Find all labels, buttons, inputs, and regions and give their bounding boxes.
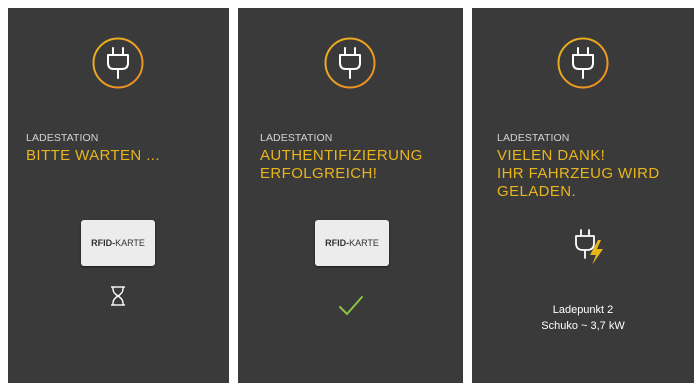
charge-point-label: Ladepunkt 2: [552, 304, 614, 316]
rfid-card-text: KARTE: [115, 238, 145, 248]
status-headline: VIELEN DANK! IHR FAHRZEUG WIRD GELADEN.: [497, 147, 686, 201]
checkmark-icon: [338, 295, 364, 321]
headline-line: VIELEN DANK!: [497, 147, 606, 164]
screen-authenticated: LADESTATION AUTHENTIFIZIERUNG ERFOLGREIC…: [238, 8, 463, 383]
station-label: LADESTATION: [260, 132, 333, 144]
station-label: LADESTATION: [26, 132, 99, 144]
headline-line: BITTE WARTEN ...: [26, 147, 160, 164]
rfid-card: RFID- KARTE: [315, 220, 389, 266]
status-headline: BITTE WARTEN ...: [26, 147, 221, 165]
rfid-card-text: KARTE: [349, 238, 379, 248]
plug-icon: [323, 36, 377, 90]
headline-line: GELADEN.: [497, 183, 577, 200]
screen-charging: LADESTATION VIELEN DANK! IHR FAHRZEUG WI…: [472, 8, 694, 383]
hourglass-icon: [110, 286, 126, 310]
headline-line: IHR FAHRZEUG WIRD: [497, 165, 660, 182]
socket-info: Schuko ~ 3,7 kW: [541, 320, 625, 332]
headline-line: ERFOLGREICH!: [260, 165, 378, 182]
rfid-card-bold: RFID-: [91, 238, 116, 248]
headline-line: AUTHENTIFIZIERUNG: [260, 147, 423, 164]
station-label: LADESTATION: [497, 132, 570, 144]
status-headline: AUTHENTIFIZIERUNG ERFOLGREICH!: [260, 147, 455, 183]
plug-icon: [556, 36, 610, 90]
plug-icon: [91, 36, 145, 90]
screen-waiting: LADESTATION BITTE WARTEN ... RFID- KARTE: [8, 8, 229, 383]
charging-plug-icon: [572, 228, 606, 270]
rfid-card-bold: RFID-: [325, 238, 350, 248]
rfid-card: RFID- KARTE: [81, 220, 155, 266]
